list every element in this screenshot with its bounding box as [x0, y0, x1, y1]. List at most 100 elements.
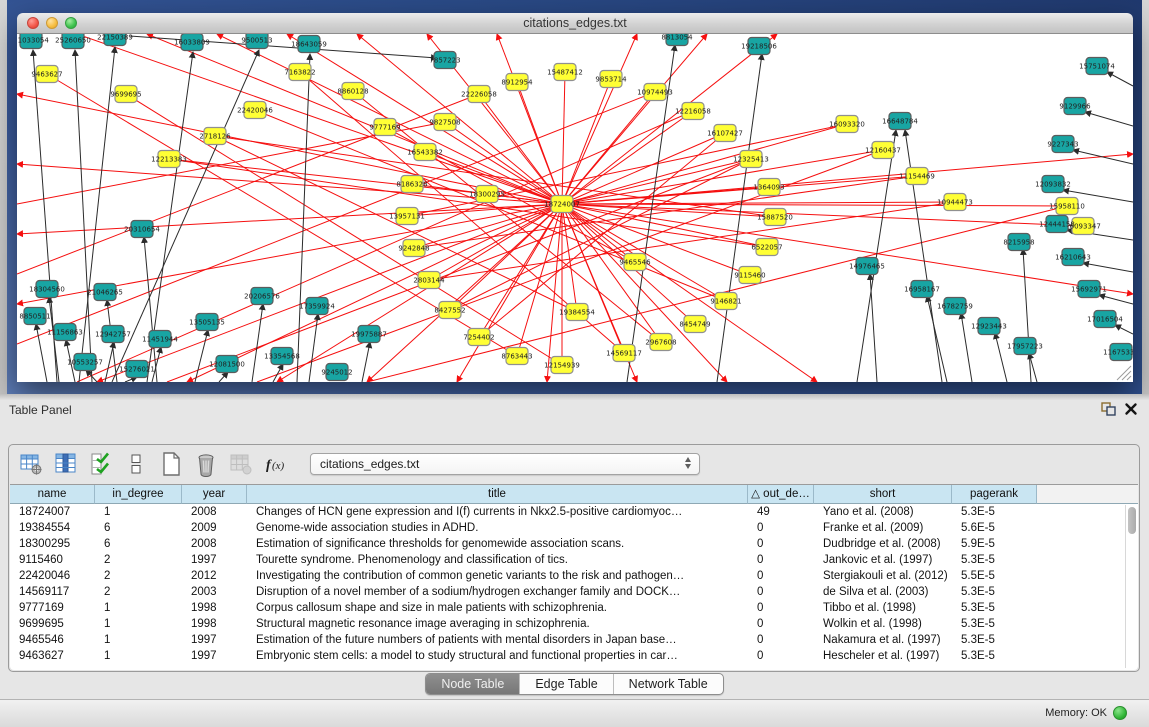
table-cell[interactable]: 0 — [748, 632, 814, 648]
graph-edge[interactable] — [1083, 263, 1133, 272]
table-cell[interactable]: 2008 — [182, 504, 247, 520]
graph-node[interactable] — [740, 151, 762, 168]
graph-node[interactable] — [714, 125, 736, 142]
table-cell[interactable]: 1 — [95, 600, 182, 616]
table-cell[interactable]: 0 — [748, 616, 814, 632]
table-cell[interactable]: 1 — [95, 632, 182, 648]
graph-node[interactable] — [326, 364, 348, 381]
network-canvas[interactable]: 1872400722226058982750816543382818632813… — [17, 34, 1133, 382]
graph-node[interactable] — [1008, 234, 1030, 251]
graph-node[interactable] — [24, 308, 46, 325]
table-cell[interactable]: 0 — [748, 584, 814, 600]
vertical-scrollbar[interactable] — [1127, 506, 1137, 667]
column-header[interactable]: short — [814, 485, 952, 504]
table-cell[interactable]: Corpus callosum shape and size in male p… — [247, 600, 748, 616]
function-builder-icon[interactable]: f (x) — [263, 451, 289, 477]
graph-node[interactable] — [506, 74, 528, 91]
graph-node[interactable] — [836, 116, 858, 133]
graph-edge[interactable] — [130, 36, 437, 58]
graph-node[interactable] — [468, 86, 490, 103]
graph-node[interactable] — [1056, 198, 1078, 215]
table-cell[interactable]: 5.3E-5 — [952, 504, 1037, 520]
graph-edge[interactable] — [362, 342, 370, 382]
table-cell[interactable]: 9699695 — [10, 616, 95, 632]
table-cell[interactable]: Genome-wide association studies in ADHD. — [247, 520, 748, 536]
table-cell[interactable]: 2008 — [182, 536, 247, 552]
graph-node[interactable] — [115, 86, 137, 103]
graph-node[interactable] — [358, 326, 380, 343]
table-row[interactable]: 911546021997Tourette syndrome. Phenomeno… — [10, 552, 1138, 568]
graph-node[interactable] — [36, 66, 58, 83]
table-cell[interactable]: 0 — [748, 536, 814, 552]
column-header[interactable]: name — [10, 485, 95, 504]
table-cell[interactable]: 5.3E-5 — [952, 584, 1037, 600]
graph-node[interactable] — [216, 356, 238, 373]
graph-node[interactable] — [20, 34, 42, 49]
table-cell[interactable]: 2 — [95, 568, 182, 584]
table-cell[interactable]: 5.3E-5 — [952, 552, 1037, 568]
graph-node[interactable] — [342, 83, 364, 100]
graph-edge[interactable] — [1107, 72, 1133, 86]
graph-node[interactable] — [600, 71, 622, 88]
table-cell[interactable]: 19384554 — [10, 520, 95, 536]
table-cell[interactable]: 9777169 — [10, 600, 95, 616]
graph-node[interactable] — [196, 314, 218, 331]
tab-network-table[interactable]: Network Table — [613, 674, 723, 694]
table-cell[interactable]: 1997 — [182, 552, 247, 568]
table-cell[interactable]: Disruption of a novel member of a sodium… — [247, 584, 748, 600]
graph-edge[interactable] — [309, 314, 318, 382]
graph-node[interactable] — [62, 34, 84, 49]
graph-edge[interactable] — [219, 372, 228, 382]
column-header[interactable]: year — [182, 485, 247, 504]
graph-edge[interactable] — [562, 150, 883, 204]
create-table-icon[interactable] — [158, 451, 184, 477]
table-cell[interactable]: 5.3E-5 — [952, 648, 1037, 664]
graph-node[interactable] — [204, 128, 226, 145]
graph-node[interactable] — [1078, 281, 1100, 298]
graph-node[interactable] — [1064, 98, 1086, 115]
memory-ok-indicator-icon[interactable] — [1113, 706, 1127, 720]
table-cell[interactable]: 2009 — [182, 520, 247, 536]
graph-node[interactable] — [554, 64, 576, 81]
table-cell[interactable]: Estimation of the future numbers of pati… — [247, 632, 748, 648]
table-row[interactable]: 2242004622012Investigating the contribut… — [10, 568, 1138, 584]
table-cell[interactable]: 1998 — [182, 600, 247, 616]
close-panel-icon[interactable] — [1124, 402, 1138, 416]
graph-edge[interactable] — [252, 304, 263, 382]
graph-edge[interactable] — [562, 204, 726, 301]
table-cell[interactable]: Dudbridge et al. (2008) — [814, 536, 952, 552]
table-cell[interactable]: 1 — [95, 648, 182, 664]
table-cell[interactable]: 9463627 — [10, 648, 95, 664]
table-panel-titlebar[interactable]: Table Panel — [0, 394, 1149, 423]
graph-edge[interactable] — [717, 54, 762, 382]
graph-node[interactable] — [624, 254, 646, 271]
scrollbar-thumb[interactable] — [1128, 507, 1136, 534]
column-header[interactable]: in_degree — [95, 485, 182, 504]
table-cell[interactable]: 9465546 — [10, 632, 95, 648]
tab-node-table[interactable]: Node Table — [426, 674, 519, 694]
graph-node[interactable] — [551, 196, 573, 213]
select-columns-icon[interactable] — [88, 451, 114, 477]
graph-edge[interactable] — [562, 34, 637, 204]
graph-edge[interactable] — [961, 313, 972, 382]
graph-node[interactable] — [1086, 58, 1108, 75]
graph-node[interactable] — [650, 334, 672, 351]
graph-node[interactable] — [298, 36, 320, 53]
graph-node[interactable] — [401, 176, 423, 193]
graph-node[interactable] — [468, 329, 490, 346]
graph-edge[interactable] — [1073, 150, 1133, 164]
graph-node[interactable] — [856, 258, 878, 275]
graph-node[interactable] — [758, 179, 780, 196]
graph-edge[interactable] — [1085, 112, 1133, 126]
graph-node[interactable] — [1062, 249, 1084, 266]
graph-node[interactable] — [613, 345, 635, 362]
table-cell[interactable]: 14569117 — [10, 584, 95, 600]
graph-node[interactable] — [906, 168, 928, 185]
table-cell[interactable]: Stergiakouli et al. (2012) — [814, 568, 952, 584]
column-header[interactable]: pagerank — [952, 485, 1037, 504]
graph-node[interactable] — [739, 267, 761, 284]
table-cell[interactable]: 0 — [748, 520, 814, 536]
graph-node[interactable] — [36, 281, 58, 298]
graph-node[interactable] — [506, 348, 528, 365]
graph-edge[interactable] — [870, 274, 877, 382]
